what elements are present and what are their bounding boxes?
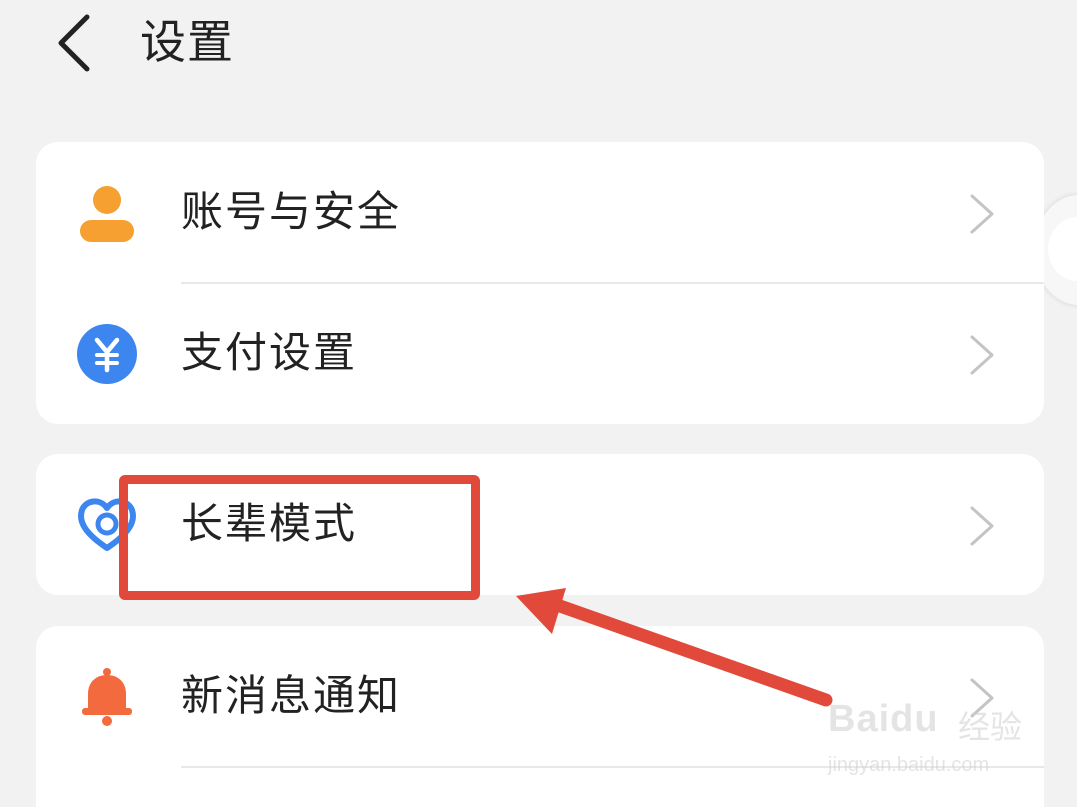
menu-item-label: 账号与安全: [181, 187, 402, 236]
settings-page: 设置 账号与安全 支付设置 长辈模式 新消息通知 Baidu 经验 jingya…: [0, 0, 1077, 807]
watermark-brand: Baidu: [828, 698, 939, 740]
floating-side-button-inner: [1048, 217, 1077, 281]
menu-item-account-security[interactable]: 账号与安全: [36, 142, 1044, 283]
yuan-coin-icon: [77, 324, 137, 384]
menu-item-label: 新消息通知: [181, 671, 402, 720]
menu-item-payment-settings[interactable]: 支付设置: [36, 283, 1044, 424]
chevron-left-icon: [58, 14, 90, 71]
user-icon: [80, 186, 134, 242]
watermark-url: jingyan.baidu.com: [828, 754, 990, 776]
page-title: 设置: [140, 15, 234, 69]
baidu-jingyan-watermark: Baidu 经验 jingyan.baidu.com: [828, 688, 1028, 788]
settings-group-account: 账号与安全 支付设置: [36, 142, 1044, 424]
chevron-right-icon: [970, 194, 994, 234]
chevron-right-icon: [970, 335, 994, 375]
menu-item-label: 支付设置: [181, 328, 358, 377]
bell-icon: [82, 668, 132, 726]
watermark-brand-cn: 经验: [958, 708, 1023, 746]
annotation-highlight-box: [119, 475, 480, 600]
chevron-right-icon: [970, 506, 994, 546]
back-button[interactable]: [40, 5, 110, 80]
